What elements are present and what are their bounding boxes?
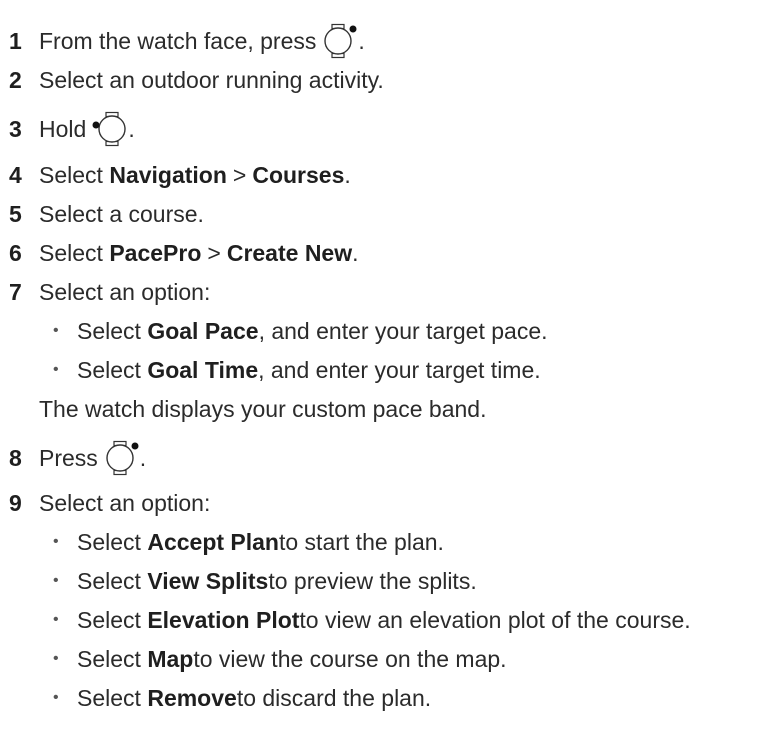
- step-3: 3 Hold .: [0, 109, 135, 149]
- watch-button-left-icon: [92, 111, 128, 147]
- option-item: • Select Goal Time, and enter your targe…: [53, 356, 541, 383]
- step-text: Select an option:: [39, 278, 211, 305]
- step-number: 6: [9, 239, 22, 266]
- bullet: •: [53, 689, 59, 706]
- menu-separator: >: [207, 239, 221, 266]
- step-number: 2: [9, 66, 22, 93]
- step-8: 8 Press .: [0, 438, 146, 478]
- option-remove: Remove: [147, 684, 237, 711]
- step-text-end: .: [358, 27, 365, 54]
- bullet: •: [53, 650, 59, 667]
- option-item: • Select Map to view the course on the m…: [53, 645, 507, 672]
- step-4: 4 Select Navigation > Courses.: [0, 155, 351, 195]
- watch-button-upper-right-icon: [104, 440, 140, 476]
- step-5: 5 Select a course.: [0, 194, 204, 234]
- option-goal-time: Goal Time: [147, 356, 259, 383]
- step-9: 9 Select an option:: [0, 483, 210, 523]
- step-1: 1 From the watch face, press .: [0, 21, 365, 61]
- step-text: Hold: [39, 115, 87, 142]
- bullet: •: [53, 322, 59, 339]
- step-text: Select an option:: [39, 489, 211, 516]
- menu-item-pacepro: PacePro: [109, 239, 202, 266]
- bullet: •: [53, 361, 59, 378]
- step-text-end: .: [139, 444, 147, 471]
- bullet: •: [53, 533, 59, 550]
- option-elevation-plot: Elevation Plot: [147, 606, 300, 633]
- step-text: Select: [39, 161, 103, 188]
- menu-item-navigation: Navigation: [109, 161, 227, 188]
- step-note: The watch displays your custom pace band…: [39, 395, 487, 422]
- step-text-end: .: [352, 239, 359, 266]
- option-accept-plan: Accept Plan: [147, 528, 279, 555]
- step-number: 7: [9, 278, 22, 305]
- menu-item-create-new: Create New: [226, 239, 353, 266]
- option-item: • Select Elevation Plot to view an eleva…: [53, 606, 691, 633]
- bullet: •: [53, 611, 59, 628]
- option-item: • Select View Splits to preview the spli…: [53, 567, 477, 594]
- step-text: From the watch face, press: [39, 27, 317, 54]
- option-item: • Select Accept Plan to start the plan.: [53, 528, 444, 555]
- step-text: Select an outdoor running activity.: [39, 66, 384, 93]
- step-number: 4: [9, 161, 22, 188]
- bullet: •: [53, 572, 59, 589]
- step-text: Select a course.: [39, 200, 204, 227]
- step-number: 8: [9, 444, 22, 471]
- step-7: 7 Select an option:: [0, 272, 210, 312]
- step-text-end: .: [128, 115, 135, 142]
- step-number: 1: [9, 27, 22, 54]
- step-2: 2 Select an outdoor running activity.: [0, 60, 384, 100]
- option-goal-pace: Goal Pace: [147, 317, 259, 344]
- step-number: 3: [9, 115, 22, 142]
- menu-item-courses: Courses: [252, 161, 345, 188]
- step-text-end: .: [344, 161, 351, 188]
- step-number: 9: [9, 489, 22, 516]
- step-text: Press: [39, 444, 98, 471]
- option-map: Map: [147, 645, 194, 672]
- step-6: 6 Select PacePro > Create New.: [0, 233, 359, 273]
- option-item: • Select Remove to discard the plan.: [53, 684, 432, 711]
- option-item: • Select Goal Pace, and enter your targe…: [53, 317, 548, 344]
- step-number: 5: [9, 200, 22, 227]
- menu-separator: >: [232, 161, 247, 188]
- watch-button-upper-right-icon: [322, 23, 358, 59]
- option-view-splits: View Splits: [147, 567, 269, 594]
- step-text: Select: [39, 239, 103, 266]
